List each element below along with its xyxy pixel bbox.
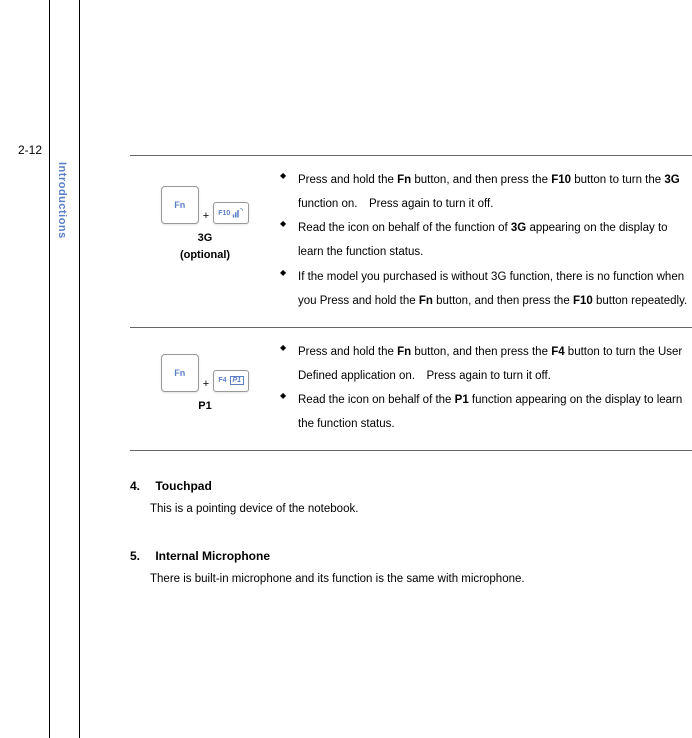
bullet-item: Read the icon on behalf of the P1 functi…	[280, 388, 692, 436]
bullet-item: Press and hold the Fn button, and then p…	[280, 168, 692, 216]
function-row-3g: Fn + F10 3G (optional) Press and hold	[130, 156, 692, 327]
bullet-item: If the model you purchased is without 3G…	[280, 265, 692, 313]
caption-optional: (optional)	[180, 249, 230, 261]
f4-key-icon: F4 P1	[213, 370, 249, 392]
fn-key-icon: Fn	[161, 186, 199, 224]
bullet-item: Read the icon on behalf of the function …	[280, 216, 692, 264]
margin-line-outer	[49, 0, 50, 738]
key-combo-p1: Fn + F4 P1 P1	[130, 340, 280, 415]
divider	[130, 450, 692, 451]
margin-line-inner	[79, 0, 80, 738]
page-number: 2-12	[18, 143, 42, 157]
fn-key-icon: Fn	[161, 354, 199, 392]
caption-3g: 3G	[198, 232, 213, 244]
section-body: There is built-in microphone and its fun…	[130, 568, 692, 591]
section-title: Internal Microphone	[155, 549, 270, 563]
signal-icon	[232, 207, 244, 219]
section-touchpad: 4. Touchpad This is a pointing device of…	[130, 475, 692, 521]
f10-key-icon: F10	[213, 202, 249, 224]
section-body: This is a pointing device of the noteboo…	[130, 498, 692, 521]
bullet-list-3g: Press and hold the Fn button, and then p…	[280, 168, 692, 313]
chapter-label: Introductions	[56, 162, 68, 239]
section-number: 5.	[130, 545, 152, 568]
section-title: Touchpad	[155, 479, 211, 493]
plus-symbol: +	[201, 378, 211, 392]
bullet-list-p1: Press and hold the Fn button, and then p…	[280, 340, 692, 437]
bullet-item: Press and hold the Fn button, and then p…	[280, 340, 692, 388]
section-number: 4.	[130, 475, 152, 498]
section-microphone: 5. Internal Microphone There is built-in…	[130, 545, 692, 591]
function-row-p1: Fn + F4 P1 P1 Press and hold the Fn butt…	[130, 328, 692, 451]
key-combo-3g: Fn + F10 3G (optional)	[130, 168, 280, 263]
plus-symbol: +	[201, 210, 211, 224]
caption-p1: P1	[198, 400, 211, 412]
content-area: Fn + F10 3G (optional) Press and hold	[130, 155, 692, 591]
